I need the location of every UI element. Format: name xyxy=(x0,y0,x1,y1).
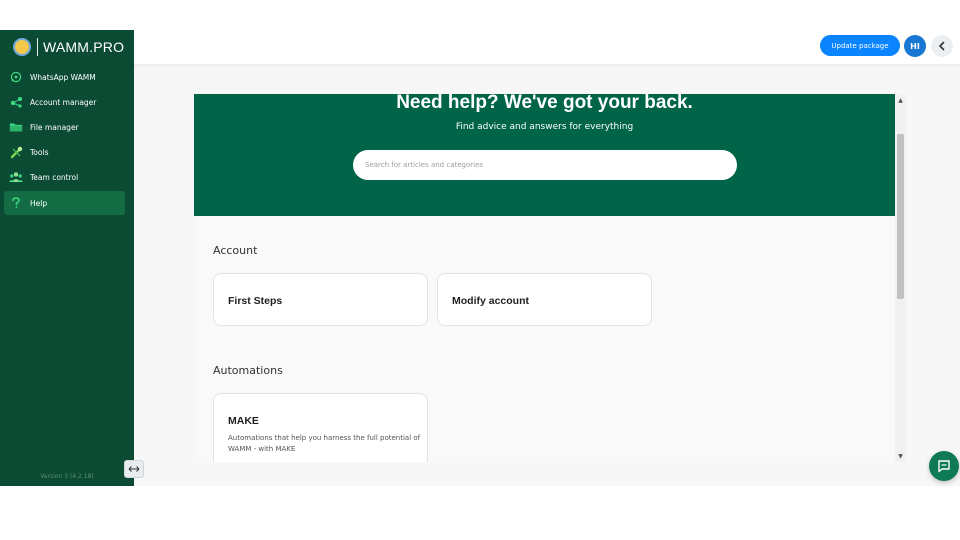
scroll-thumb[interactable] xyxy=(897,134,904,299)
card-make[interactable]: MAKE Automations that help you harness t… xyxy=(213,393,428,462)
sidebar-item-label: Help xyxy=(30,198,48,208)
share-nodes-icon xyxy=(9,95,23,109)
question-icon xyxy=(9,196,23,210)
expand-arrows-icon xyxy=(128,466,140,472)
section-title-automations: Automations xyxy=(213,364,283,377)
sidebar-item-label: WhatsApp WAMM xyxy=(30,72,96,82)
sidebar-item-tools[interactable]: Tools xyxy=(4,140,125,164)
team-icon xyxy=(9,170,23,184)
card-description: Automations that help you harness the fu… xyxy=(228,434,421,453)
help-center: Need help? We've got your back. Find adv… xyxy=(194,94,906,462)
card-modify-account[interactable]: Modify account xyxy=(437,273,652,326)
sidebar-item-label: Team control xyxy=(30,172,79,182)
sidebar-item-file-manager[interactable]: File manager xyxy=(4,115,125,139)
card-title: MAKE xyxy=(228,415,259,427)
brand-logo xyxy=(13,38,31,56)
brand-divider xyxy=(37,38,38,56)
chat-icon xyxy=(938,460,950,473)
tools-icon xyxy=(9,145,23,159)
help-title: Need help? We've got your back. xyxy=(396,94,693,113)
chevron-left-icon xyxy=(938,41,945,51)
sidebar-item-account-manager[interactable]: Account manager xyxy=(4,90,125,114)
sidebar-item-team-control[interactable]: Team control xyxy=(4,165,125,189)
sidebar-item-label: Tools xyxy=(30,147,49,157)
section-title-account: Account xyxy=(213,244,258,257)
help-subtitle: Find advice and answers for everything xyxy=(455,122,634,132)
sidebar-item-help[interactable]: Help xyxy=(4,191,125,215)
user-avatar[interactable]: HI xyxy=(904,35,926,57)
brand[interactable]: WAMM.PRO xyxy=(0,30,134,64)
card-title: First Steps xyxy=(228,295,283,307)
sidebar: WAMM.PRO WhatsApp WAMM Account manager F… xyxy=(0,30,134,486)
sidebar-item-label: File manager xyxy=(30,122,79,132)
whatsapp-icon xyxy=(9,70,23,84)
card-title: Modify account xyxy=(452,295,530,307)
chat-button[interactable] xyxy=(929,451,959,481)
sidebar-item-whatsapp-wamm[interactable]: WhatsApp WAMM xyxy=(4,65,125,89)
card-first-steps[interactable]: First Steps xyxy=(213,273,428,326)
collapse-button[interactable] xyxy=(931,35,953,57)
brand-name: WAMM.PRO xyxy=(43,39,125,55)
top-bar: Update package HI xyxy=(0,30,960,64)
search-input[interactable] xyxy=(353,150,737,180)
folder-icon xyxy=(9,120,23,134)
sidebar-item-label: Account manager xyxy=(30,97,97,107)
help-scrollbar[interactable]: ▲ ▼ xyxy=(895,94,906,462)
version-label: Version 3 (4.2.18) xyxy=(40,473,94,480)
app-window: Update package HI WAMM.PRO WhatsApp WAMM… xyxy=(0,0,960,540)
main-content: Need help? We've got your back. Find adv… xyxy=(134,64,960,486)
scroll-up-arrow-icon[interactable]: ▲ xyxy=(895,94,906,106)
sidebar-resize-toggle[interactable] xyxy=(124,460,144,478)
help-hero: Need help? We've got your back. Find adv… xyxy=(194,94,895,216)
update-package-button[interactable]: Update package xyxy=(820,35,900,56)
scroll-down-arrow-icon[interactable]: ▼ xyxy=(895,450,906,462)
